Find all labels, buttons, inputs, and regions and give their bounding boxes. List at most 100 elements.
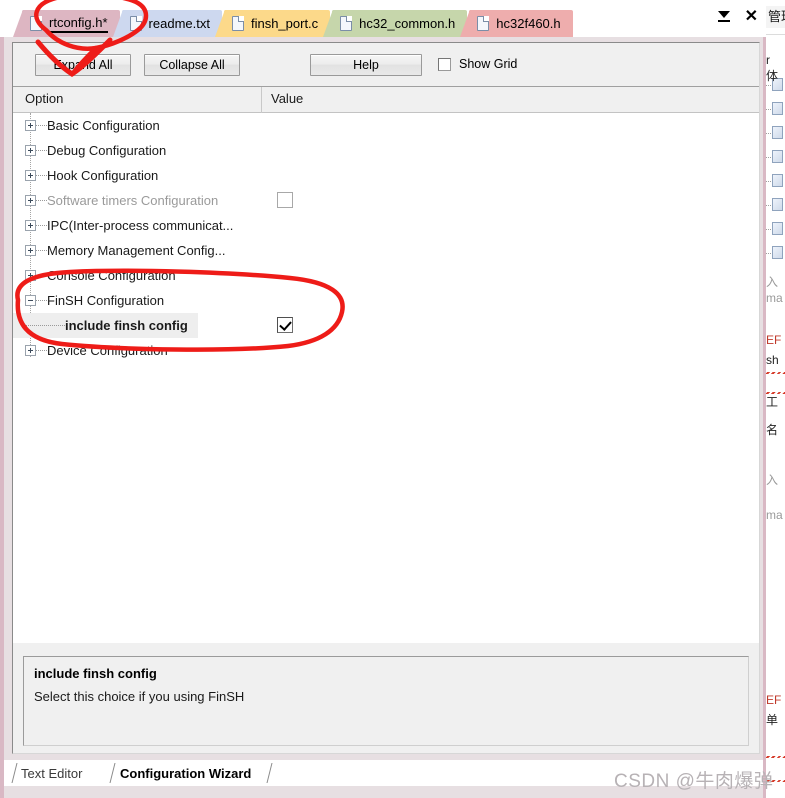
side-panel-text-fragment: EF [766,333,782,347]
side-panel-connector-dots [766,253,771,254]
column-header-option[interactable]: Option [25,91,63,106]
expand-plus-icon[interactable] [25,195,36,206]
tree-row-label: Debug Configuration [47,143,167,158]
option-tree: Basic Configuration Debug Configuration Ho… [13,113,759,643]
file-icon[interactable] [772,246,783,259]
tree-row-content[interactable]: Debug Configuration [13,138,176,163]
wizard-panel: Expand All Collapse All Help Show Grid O… [12,42,760,754]
expand-plus-icon[interactable] [25,345,36,356]
file-icon[interactable] [772,150,783,163]
tree-row[interactable]: IPC(Inter-process communicat... [13,213,759,238]
expand-plus-icon[interactable] [25,270,36,281]
show-grid-control[interactable]: Show Grid [438,57,517,71]
tree-row-content[interactable]: IPC(Inter-process communicat... [13,213,243,238]
tree-connector-dots [36,150,47,151]
expand-plus-icon[interactable] [25,220,36,231]
chevron-down-icon[interactable] [717,10,731,24]
tree-row[interactable]: Debug Configuration [13,138,759,163]
side-panel-text-fragment: 名 [766,423,779,437]
tree-row-label: Hook Configuration [47,168,159,183]
tree-row[interactable]: include finsh config [13,313,759,338]
tree-connector-dots [36,300,47,301]
tree-row-content[interactable]: Basic Configuration [13,113,170,138]
expand-plus-icon[interactable] [25,145,36,156]
tree-row[interactable]: Memory Management Config... [13,238,759,263]
collapse-minus-icon[interactable] [25,295,36,306]
file-icon[interactable] [772,174,783,187]
description-title: include finsh config [34,666,157,681]
tabbar-controls: ✕ [717,9,758,25]
file-icon[interactable] [772,198,783,211]
tree-row-content[interactable]: Device Configuration [13,338,178,363]
file-icon [129,16,142,31]
close-icon[interactable]: ✕ [745,9,758,25]
side-panel-text-fragment: ma [766,508,783,522]
file-icon[interactable] [772,222,783,235]
side-panel-connector-dots [766,133,771,134]
tab-text-editor[interactable]: Text Editor [21,762,82,784]
tree-column-header: Option Value [13,87,759,113]
expand-plus-icon[interactable] [25,170,36,181]
tree-row[interactable]: Basic Configuration [13,113,759,138]
editor-tab-label: rtconfig.h* [49,15,108,33]
tree-value-cell[interactable] [277,317,293,333]
help-button[interactable]: Help [310,54,422,76]
tree-connector-dots [36,275,47,276]
editor-tab-label: readme.txt [148,16,210,31]
editor-tab-rtconfig-h[interactable]: rtconfig.h* [22,10,120,37]
spellcheck-squiggle [766,392,785,394]
tree-row-label: Basic Configuration [47,118,160,133]
file-icon [340,16,353,31]
show-grid-checkbox[interactable] [438,57,451,71]
side-panel-header: 管理 [766,6,785,28]
tree-row-content[interactable]: Hook Configuration [13,163,168,188]
tree-row[interactable]: Hook Configuration [13,163,759,188]
tree-connector-dots [36,250,47,251]
file-icon[interactable] [772,126,783,139]
tree-row-content[interactable]: include finsh config [13,313,198,338]
tree-row-label: Software timers Configuration [47,193,219,208]
tree-value-cell[interactable] [277,192,293,208]
tree-row-label: Device Configuration [47,343,168,358]
tree-row[interactable]: FinSH Configuration [13,288,759,313]
tree-row[interactable]: Device Configuration [13,338,759,363]
side-panel-text-fragment: sh [766,353,779,367]
column-header-value[interactable]: Value [271,91,303,106]
editor-tab-finsh-port-c[interactable]: finsh_port.c [223,10,331,37]
column-divider[interactable] [261,87,262,113]
expand-plus-icon[interactable] [25,245,36,256]
side-panel-divider [766,34,785,35]
tab-separator [108,762,120,784]
editor-frame: Expand All Collapse All Help Show Grid O… [0,37,766,760]
editor-tab-hc32f460-h[interactable]: hc32f460.h [469,10,573,37]
tree-row-content[interactable]: FinSH Configuration [13,288,174,313]
tree-indent-dots [25,325,65,326]
side-panel-connector-dots [766,181,771,182]
option-checkbox-unchecked[interactable] [277,192,293,208]
tab-configuration-wizard[interactable]: Configuration Wizard [120,762,251,784]
tree-row-content[interactable]: Memory Management Config... [13,238,235,263]
csdn-watermark: CSDN @牛肉爆弹 [614,771,774,792]
description-text: Select this choice if you using FinSH [34,689,245,704]
option-checkbox-checked[interactable] [277,317,293,333]
side-panel-text-fragment: 单 [766,713,779,727]
editor-tab-label: hc32_common.h [359,16,456,31]
tree-row[interactable]: Console Configuration [13,263,759,288]
file-icon[interactable] [772,102,783,115]
editor-tab-readme-txt[interactable]: readme.txt [121,10,222,37]
show-grid-label: Show Grid [459,57,518,71]
editor-tab-list: rtconfig.h* readme.txt finsh_port.c hc32_co… [0,8,575,37]
editor-tab-hc32-common-h[interactable]: hc32_common.h [332,10,468,37]
file-icon [30,16,42,31]
expand-plus-icon[interactable] [25,120,36,131]
tree-row[interactable]: Software timers Configuration [13,188,759,213]
tree-row-content[interactable]: Software timers Configuration [13,188,228,213]
editor-tab-label: hc32f460.h [496,16,561,31]
collapse-all-button[interactable]: Collapse All [144,54,240,76]
editor-tabbar: rtconfig.h* readme.txt finsh_port.c hc32_co… [0,0,766,37]
tree-connector-dots [36,200,47,201]
tree-row-content[interactable]: Console Configuration [13,263,186,288]
tree-row-label: IPC(Inter-process communicat... [47,218,234,233]
tree-row-label: Memory Management Config... [47,243,226,258]
expand-all-button[interactable]: Expand All [35,54,131,76]
